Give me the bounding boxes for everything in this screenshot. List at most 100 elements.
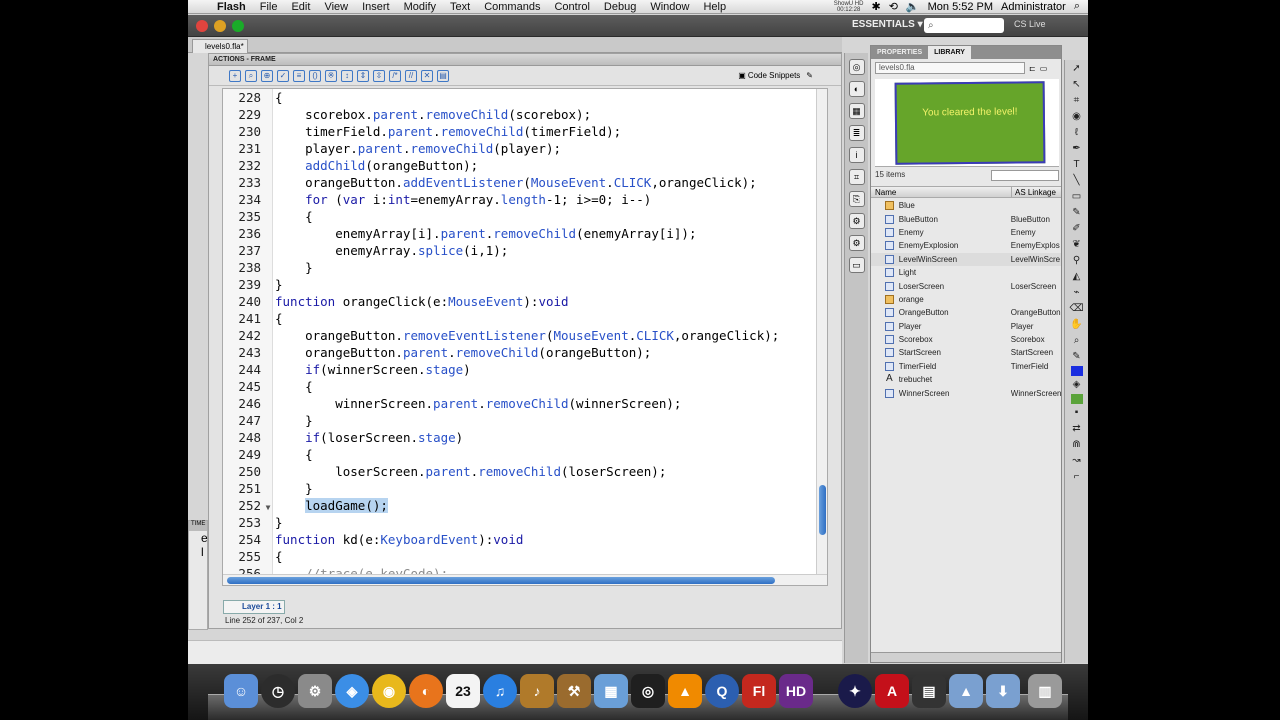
pen-tool-icon[interactable]: ✒ (1070, 142, 1084, 156)
text-tool-icon[interactable]: T (1070, 158, 1084, 172)
snap-icon[interactable]: ⋒ (1070, 438, 1084, 452)
automator-icon[interactable]: ⚒ (557, 674, 591, 708)
code-line[interactable]: 251 } (223, 480, 823, 497)
ical-icon[interactable]: 23 (446, 674, 480, 708)
library-search-input[interactable] (991, 170, 1059, 181)
help-search-input[interactable]: ⌕ (924, 18, 1004, 33)
code-snippets-button[interactable]: ▣ Code Snippets ✎ (738, 71, 813, 80)
free-transform-tool-icon[interactable]: ⌗ (1070, 94, 1084, 108)
menu-debug[interactable]: Debug (597, 1, 643, 13)
color-icon[interactable]: ◐ (848, 81, 865, 97)
code-line[interactable]: 230 timerField.parent.removeChild(timerF… (223, 123, 823, 140)
align-icon[interactable]: ≣ (848, 125, 865, 141)
subselection-tool-icon[interactable]: ↖ (1070, 78, 1084, 92)
library-item[interactable]: LoserScreen LoserScreen (871, 279, 1061, 292)
menu-modify[interactable]: Modify (397, 1, 443, 13)
new-library-icon[interactable]: ▭ (1040, 64, 1048, 73)
code-line[interactable]: 254 function kd(e:KeyboardEvent):void (223, 531, 823, 548)
showhd-indicator[interactable]: ShowU HD 00:12:28 (834, 1, 864, 13)
dashboard-icon[interactable]: ◷ (261, 674, 295, 708)
transform-icon[interactable]: ⌗ (848, 169, 865, 185)
check-syntax-icon[interactable]: ✓ (277, 69, 289, 82)
zoom-window-icon[interactable] (232, 20, 244, 32)
code-line[interactable]: 239} (223, 276, 823, 293)
paint-bucket-tool-icon[interactable]: ◭ (1070, 270, 1084, 284)
volume-icon[interactable]: 🔈 (906, 0, 920, 13)
library-item[interactable]: LevelWinScreen LevelWinScre (871, 252, 1061, 266)
code-line[interactable]: 241 { (223, 310, 823, 327)
flash-icon[interactable]: Fl (742, 674, 776, 708)
code-line[interactable]: 246 winnerScreen.parent.removeChild(winn… (223, 395, 823, 412)
library-item[interactable]: TimerField TimerField (871, 360, 1061, 373)
code-line[interactable]: 245 { (223, 378, 823, 395)
column-name[interactable]: Name (871, 187, 1011, 197)
tab-library[interactable]: LIBRARY (928, 46, 971, 59)
eraser-tool-icon[interactable]: ⌫ (1070, 302, 1084, 316)
menu-commands[interactable]: Commands (477, 1, 547, 13)
library-item[interactable]: orange (871, 293, 1061, 306)
find-icon[interactable]: ⌕ (245, 69, 257, 82)
horizontal-scrollbar[interactable] (223, 574, 827, 585)
swatches-icon[interactable]: ▦ (848, 103, 865, 119)
library-item[interactable]: BlueButton BlueButton (871, 212, 1061, 225)
documents-folder-icon[interactable]: ▲ (949, 674, 983, 708)
stack-icon[interactable]: ▤ (912, 674, 946, 708)
library-item[interactable]: OrangeButton OrangeButton (871, 306, 1061, 319)
line-comment-icon[interactable]: // (405, 69, 417, 82)
3d-rotation-tool-icon[interactable]: ◉ (1070, 110, 1084, 124)
workspace-switcher[interactable]: ESSENTIALS ▾ (852, 19, 923, 30)
vertical-scrollbar[interactable] (816, 89, 827, 585)
clock[interactable]: Mon 5:52 PM (928, 1, 993, 13)
itunes-icon[interactable]: ♫ (483, 674, 517, 708)
code-line[interactable]: 238 } (223, 259, 823, 276)
garageband-icon[interactable]: ♪ (520, 674, 554, 708)
code-line[interactable]: 228 { (223, 89, 823, 106)
aperture-icon[interactable]: ✦ (838, 674, 872, 708)
layer-tab[interactable]: Layer 1 : 1 (223, 600, 285, 614)
code-line[interactable]: 248 if(loserScreen.stage) (223, 429, 823, 446)
toggle-toolbox-icon[interactable]: ▤ (437, 69, 449, 82)
code-line[interactable]: 243 orangeButton.parent.removeChild(oran… (223, 344, 823, 361)
library-file-select[interactable]: levels0.fla (875, 62, 1025, 74)
acrobat-icon[interactable]: A (875, 674, 909, 708)
safari-icon[interactable]: ◈ (335, 674, 369, 708)
output-icon[interactable]: ▭ (848, 257, 865, 273)
block-comment-icon[interactable]: /* (389, 69, 401, 82)
user-menu[interactable]: Administrator (1001, 1, 1066, 13)
zoom-tool-icon[interactable]: ⌕ (1070, 334, 1084, 348)
code-line[interactable]: 249 { (223, 446, 823, 463)
menu-app[interactable]: Flash (210, 1, 253, 13)
vlc-icon[interactable]: ▲ (668, 674, 702, 708)
code-editor[interactable]: 228 {229 scorebox.parent.removeChild(scor… (222, 88, 828, 586)
trash-icon[interactable]: ▥ (1028, 674, 1062, 708)
remove-comment-icon[interactable]: ✕ (421, 69, 433, 82)
code-line[interactable]: 244 if(winnerScreen.stage) (223, 361, 823, 378)
library-item[interactable]: EnemyExplosion EnemyExplos (871, 239, 1061, 252)
stroke-swatch[interactable] (1070, 366, 1083, 376)
menu-window[interactable]: Window (643, 1, 696, 13)
default-colors-icon[interactable]: ▪ (1070, 406, 1084, 420)
components-icon[interactable]: ⚙ (848, 213, 865, 229)
menu-control[interactable]: Control (547, 1, 596, 13)
menu-text[interactable]: Text (443, 1, 477, 13)
stroke-color-icon[interactable]: ✎ (1070, 350, 1084, 364)
library-item[interactable]: Light (871, 266, 1061, 279)
code-line[interactable]: 237 enemyArray.splice(i,1); (223, 242, 823, 259)
add-statement-icon[interactable]: + (229, 69, 241, 82)
menu-help[interactable]: Help (696, 1, 733, 13)
downloads-folder-icon[interactable]: ⬇ (986, 674, 1020, 708)
tab-properties[interactable]: PROPERTIES (871, 46, 928, 59)
collapse-between-icon[interactable]: ↕ (341, 69, 353, 82)
library-item[interactable]: Enemy Enemy (871, 226, 1061, 239)
library-item[interactable]: Scorebox Scorebox (871, 333, 1061, 346)
insert-target-icon[interactable]: ⊕ (261, 69, 273, 82)
pin-icon[interactable]: ⊏ (1029, 64, 1036, 73)
library-item[interactable]: Player Player (871, 320, 1061, 333)
stage-area[interactable] (188, 640, 842, 664)
firefox-icon[interactable]: ◐ (409, 674, 443, 708)
spotlight-icon[interactable]: ⌕ (1074, 0, 1080, 13)
code-line[interactable]: 252 ▼ loadGame(); (223, 497, 823, 514)
preview-icon[interactable]: ▦ (594, 674, 628, 708)
fill-swatch[interactable] (1070, 394, 1083, 404)
webcam-icon[interactable]: ◎ (631, 674, 665, 708)
